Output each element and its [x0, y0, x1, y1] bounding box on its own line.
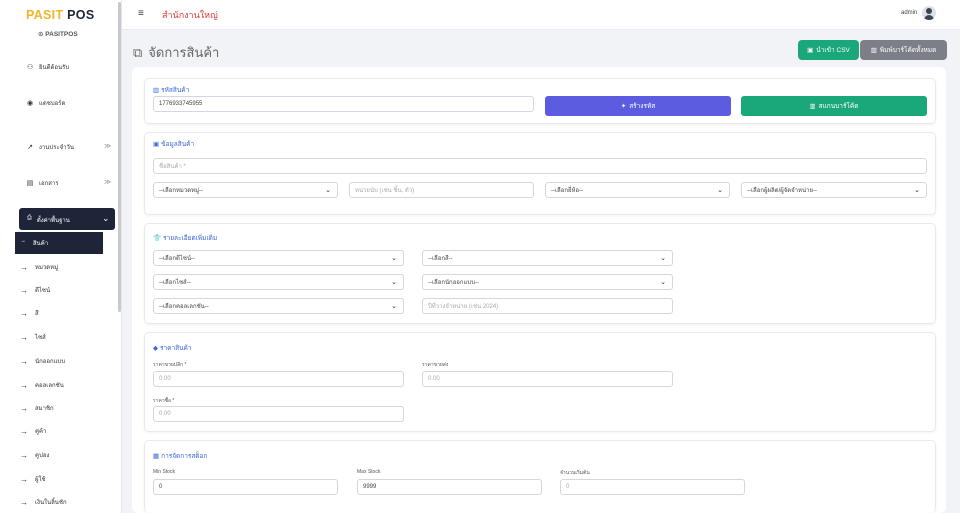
sidebar-item-daily[interactable]: ↗ งานประจำวัน — [26, 142, 74, 152]
sidebar-item-documents[interactable]: ▤ เอกสาร — [26, 178, 59, 188]
arrow-right-icon: → — [20, 497, 28, 507]
wholesale-price-label: ราคาขายส่ง — [422, 362, 449, 368]
min-stock-label: Min Stock — [153, 469, 175, 475]
initial-qty-input[interactable]: 0 — [560, 479, 745, 495]
sidebar-sub-item[interactable]: → ดีไซน์ — [20, 285, 50, 295]
sidebar-sub-item[interactable]: → ไซส์ — [20, 332, 46, 342]
sidebar-sub-item[interactable]: → สมาชิก — [20, 403, 54, 413]
sidebar-item-settings[interactable]: ⎙ ตั้งค่าพื้นฐาน ⌄ — [19, 208, 115, 230]
topbar: ≡ สำนักงานใหญ่ admin — [122, 0, 960, 30]
min-stock-input[interactable]: 0 — [153, 479, 338, 495]
sidebar-sub-item[interactable]: → นักออกแบบ — [20, 356, 65, 366]
arrow-right-icon: → — [20, 380, 28, 390]
release-year-input[interactable]: ปีที่วางจำหน่าย (เช่น 2024) — [422, 298, 673, 314]
sidebar-item-dashboard[interactable]: ◉ แดชบอร์ด — [26, 98, 65, 108]
user-name[interactable]: admin — [901, 10, 917, 16]
design-select[interactable]: --เลือกดีไซน์-- ⌄ — [153, 250, 404, 266]
menu-toggle-icon[interactable]: ≡ — [138, 8, 144, 19]
sidebar-sub-item[interactable]: → สี — [20, 308, 39, 318]
arrow-right-icon: → — [20, 332, 28, 342]
chevron-right-icon: ≫ — [104, 179, 112, 186]
chevron-down-icon: ⌄ — [325, 187, 331, 194]
section-title: ▦ การจัดการสต็อก — [153, 453, 208, 460]
initial-qty-label: จำนวนเริ่มต้น — [560, 470, 590, 476]
arrow-right-icon: → — [20, 403, 28, 413]
sidebar-sub-item[interactable]: → เงินในลิ้นชัก — [20, 497, 67, 507]
unit-input[interactable]: หน่วยนับ (เช่น ชิ้น, ตัว) — [349, 182, 534, 198]
retail-price-input[interactable]: 0.00 — [153, 371, 404, 387]
max-stock-input[interactable]: 9999 — [357, 479, 542, 495]
barcode-icon: ▥ — [153, 87, 160, 94]
barcode-icon: ▥ — [809, 103, 816, 110]
chevron-down-icon: ⌄ — [102, 213, 110, 223]
chevron-down-icon: ⌄ — [717, 187, 723, 194]
scan-barcode-button[interactable]: ▥ สแกนบาร์โค้ด — [741, 96, 927, 116]
sidebar: PASIT POS ⊙ PASITPOS ⚇ ยินดีต้อนรับ ◉ แดชบ… — [0, 0, 122, 513]
tag-icon: ◆ — [153, 345, 158, 352]
section-title: ▣ ข้อมูลสินค้า — [153, 141, 195, 148]
box-icon: ▣ — [153, 141, 160, 148]
sidebar-sub-item-products[interactable]: → สินค้า — [15, 232, 103, 254]
retail-price-label: ราคาขายปลีก * — [153, 362, 187, 368]
branch-name[interactable]: สำนักงานใหญ่ — [162, 8, 218, 22]
avatar[interactable] — [922, 6, 936, 20]
collection-select[interactable]: --เลือกคอลเลกชัน-- ⌄ — [153, 298, 404, 314]
color-select[interactable]: --เลือกสี-- ⌄ — [422, 250, 673, 266]
section-title: 👕 รายละเอียดเพิ่มเติม — [153, 235, 218, 242]
chevron-down-icon: ⌄ — [660, 279, 666, 286]
arrow-right-icon: → — [20, 450, 28, 460]
import-csv-button[interactable]: ▣ นำเข้า CSV — [798, 40, 859, 60]
arrow-right-icon: → — [20, 262, 28, 272]
app-subtitle: ⊙ PASITPOS — [38, 31, 78, 38]
chevron-down-icon: ⌄ — [914, 187, 920, 194]
boxes-icon: ⧉ — [133, 44, 143, 60]
warehouse-icon: ▦ — [153, 453, 160, 460]
stock-card: ▦ การจัดการสต็อก — [144, 440, 936, 513]
chevron-right-icon: ≫ — [104, 143, 112, 150]
dashboard-icon: ◉ — [26, 100, 34, 107]
sidebar-sub-item[interactable]: → คู่ค้า — [20, 426, 46, 436]
sidebar-sub-item[interactable]: → ผู้ใช้ — [20, 474, 46, 484]
arrow-right-icon: → — [20, 285, 28, 295]
max-stock-label: Max Stock — [357, 469, 381, 475]
arrow-right-icon: → — [20, 238, 26, 244]
app-logo[interactable]: PASIT POS — [26, 8, 94, 22]
chevron-down-icon: ⌄ — [391, 255, 397, 262]
magic-wand-icon: ✦ — [620, 103, 627, 110]
section-title: ▥ รหัสสินค้า — [153, 87, 190, 94]
arrow-right-icon: → — [20, 426, 28, 436]
section-title: ◆ ราคาสินค้า — [153, 345, 192, 352]
chevron-down-icon: ⌄ — [660, 255, 666, 262]
size-select[interactable]: --เลือกไซส์-- ⌄ — [153, 274, 404, 290]
category-select[interactable]: --เลือกหมวดหมู่-- ⌄ — [153, 182, 338, 198]
chart-line-icon: ↗ — [27, 144, 33, 151]
designer-select[interactable]: --เลือกนักออกแบบ-- ⌄ — [422, 274, 673, 290]
sidebar-sub-item[interactable]: → หมวดหมู่ — [20, 262, 58, 272]
brand-select[interactable]: --เลือกยี่ห้อ-- ⌄ — [545, 182, 730, 198]
sidebar-sub-item[interactable]: → คูปอง — [20, 450, 49, 460]
shirt-icon: 👕 — [153, 235, 162, 242]
cost-price-input[interactable]: 0.00 — [153, 406, 404, 422]
sitemap-icon: ⚇ — [26, 64, 34, 71]
arrow-right-icon: → — [20, 474, 28, 484]
sidebar-sub-item[interactable]: → คอลเลกชัน — [20, 380, 64, 390]
file-icon: ▤ — [26, 180, 34, 187]
barcode-icon: ▥ — [870, 47, 877, 54]
page-title: ⧉ จัดการสินค้า — [133, 44, 220, 61]
product-code-input[interactable]: 1776933745955 — [153, 96, 534, 112]
supplier-select[interactable]: --เลือกผู้ผลิต/ผู้จัดจำหน่าย-- ⌄ — [741, 182, 927, 198]
product-name-input[interactable]: ชื่อสินค้า * — [153, 158, 927, 174]
print-all-barcodes-button[interactable]: ▥ พิมพ์บาร์โค้ดทั้งหมด — [860, 40, 947, 60]
chevron-down-icon: ⌄ — [391, 279, 397, 286]
sidebar-scrollbar[interactable] — [118, 2, 121, 312]
file-csv-icon: ▣ — [807, 47, 814, 54]
sidebar-item-welcome[interactable]: ⚇ ยินดีต้อนรับ — [26, 62, 69, 72]
wholesale-price-input[interactable]: 0.00 — [422, 371, 673, 387]
printer-icon: ⎙ — [27, 215, 32, 221]
arrow-right-icon: → — [20, 356, 28, 366]
arrow-right-icon: → — [20, 308, 28, 318]
cost-price-label: ราคาซื้อ * — [153, 398, 175, 404]
chevron-down-icon: ⌄ — [391, 303, 397, 310]
generate-code-button[interactable]: ✦ สร้างรหัส — [545, 96, 731, 116]
